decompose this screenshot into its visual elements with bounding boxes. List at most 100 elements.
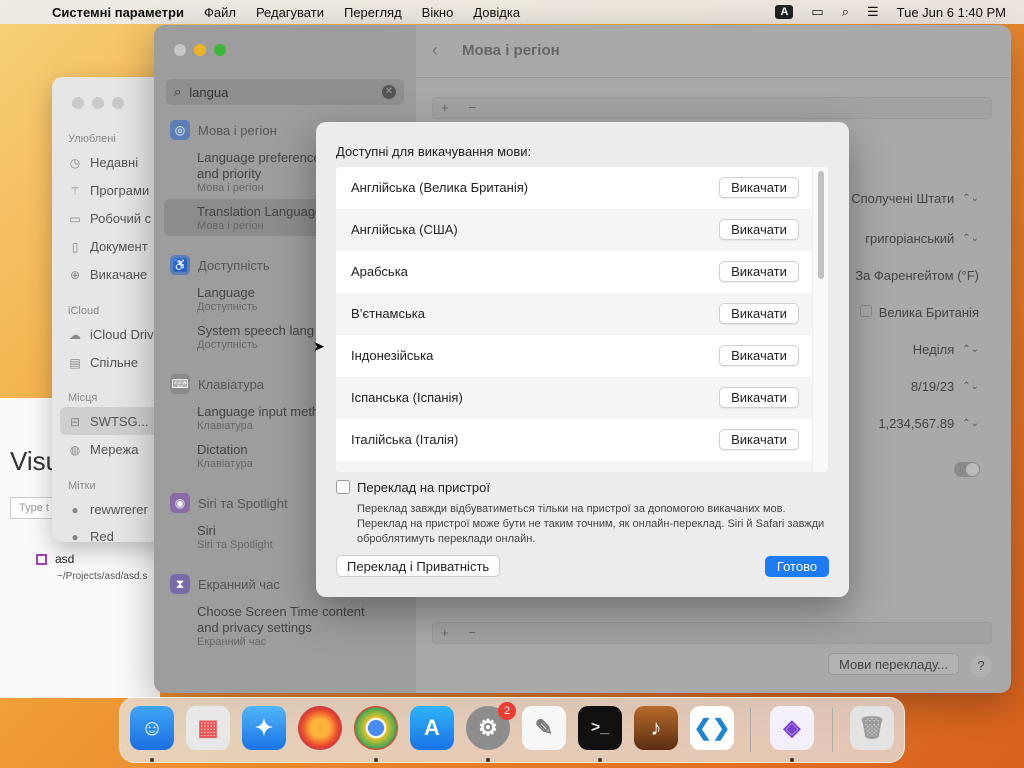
translation-privacy-button[interactable]: Переклад і Приватність bbox=[336, 555, 501, 577]
finder-item-label: Спільне bbox=[90, 355, 139, 370]
download-button[interactable]: Викачати bbox=[719, 345, 799, 366]
cloud-icon: ☁ bbox=[69, 327, 81, 342]
option-label: Велика Британія bbox=[878, 305, 979, 320]
safari-icon[interactable]: ✦ bbox=[242, 706, 286, 750]
help-button[interactable]: ? bbox=[970, 655, 992, 677]
number-format-select[interactable]: 1,234,567.89 ⌃⌄ bbox=[878, 416, 979, 431]
tags-header: Мітки bbox=[68, 480, 96, 492]
measurement-option[interactable]: Велика Британія bbox=[879, 305, 979, 320]
garageband-icon[interactable]: ♪ bbox=[634, 706, 678, 750]
download-button[interactable]: Викачати bbox=[719, 303, 799, 324]
finder-item-network[interactable]: ◍ Мережа bbox=[68, 442, 139, 457]
add-remove-app-controls[interactable]: + − bbox=[441, 625, 484, 640]
minimize-icon[interactable] bbox=[194, 44, 206, 56]
chevron-updown-icon: ⌃⌄ bbox=[962, 233, 979, 244]
date-format-select[interactable]: 8/19/23 ⌃⌄ bbox=[911, 379, 979, 394]
places-header: Місця bbox=[68, 392, 98, 404]
firefox-icon[interactable] bbox=[298, 706, 342, 750]
finder-tag-item[interactable]: ● rewwrerer bbox=[68, 502, 147, 517]
scrollbar-thumb[interactable] bbox=[818, 171, 824, 279]
live-text-toggle[interactable] bbox=[954, 462, 980, 477]
finder-item-recents[interactable]: ◷ Недавні bbox=[68, 155, 138, 170]
download-languages-dialog: Доступні для викачування мови: Англійськ… bbox=[316, 122, 849, 597]
notification-badge: 2 bbox=[498, 702, 516, 720]
download-button[interactable]: Викачати bbox=[719, 387, 799, 408]
input-source-indicator[interactable]: A bbox=[775, 5, 794, 19]
menu-clock[interactable]: Tue Jun 6 1:40 PM bbox=[897, 5, 1006, 20]
menu-file[interactable]: Файл bbox=[204, 5, 236, 20]
app-store-icon[interactable]: A bbox=[410, 706, 454, 750]
on-device-translation-label[interactable]: Переклад на пристрої bbox=[357, 480, 490, 495]
zoom-icon[interactable] bbox=[214, 44, 226, 56]
sidebar-category-siri[interactable]: ◉ Siri та Spotlight bbox=[170, 493, 288, 513]
recent-path: ~/Projects/asd/asd.s bbox=[57, 571, 148, 582]
sidebar-category-keyboard[interactable]: ⌨ Клавіатура bbox=[170, 374, 264, 394]
done-button[interactable]: Готово bbox=[765, 556, 829, 577]
settings-search-field[interactable]: ⌕ langua ✕ bbox=[166, 79, 404, 105]
app-menu[interactable]: Системні параметри bbox=[52, 5, 184, 20]
spotlight-search-icon[interactable]: ⌕ bbox=[842, 4, 849, 20]
menu-window[interactable]: Вікно bbox=[422, 5, 454, 20]
download-button[interactable]: Викачати bbox=[719, 177, 799, 198]
clear-search-icon[interactable]: ✕ bbox=[382, 85, 396, 99]
running-indicator bbox=[790, 758, 794, 762]
finder-icon[interactable]: ☺ bbox=[130, 706, 174, 750]
finder-item-disk[interactable]: ⊟ SWTSG... bbox=[68, 414, 149, 429]
calendar-select[interactable]: григоріанський ⌃⌄ bbox=[865, 231, 979, 246]
dock-separator bbox=[750, 708, 751, 752]
finder-item-label: Програми bbox=[90, 183, 150, 198]
terminal-icon[interactable]: >_ bbox=[578, 706, 622, 750]
menu-edit[interactable]: Редагувати bbox=[256, 5, 324, 20]
download-button[interactable]: Викачати bbox=[719, 219, 799, 240]
region-select[interactable]: Сполучені Штати ⌃⌄ bbox=[851, 191, 979, 206]
textedit-icon[interactable]: ✎ bbox=[522, 706, 566, 750]
finder-item-desktop[interactable]: ▭ Робочий с bbox=[68, 211, 151, 226]
download-button[interactable]: Викачати bbox=[719, 429, 799, 450]
language-name: Італійська (Італія) bbox=[351, 432, 459, 447]
select-value: 1,234,567.89 bbox=[878, 416, 955, 431]
apps-languages-bar: + − bbox=[432, 622, 992, 644]
finder-item-shared[interactable]: ▤ Спільне bbox=[68, 355, 138, 370]
finder-item-applications[interactable]: ⚚ Програми bbox=[68, 183, 150, 198]
close-icon[interactable] bbox=[174, 44, 186, 56]
launchpad-icon[interactable]: ▦ bbox=[186, 706, 230, 750]
first-day-select[interactable]: Неділя ⌃⌄ bbox=[913, 342, 979, 357]
finder-item-documents[interactable]: ▯ Документ bbox=[68, 239, 148, 254]
trash-icon[interactable]: 🗑 bbox=[850, 706, 894, 750]
minimize-icon[interactable] bbox=[92, 97, 104, 109]
sidebar-category-accessibility[interactable]: ♿ Доступність bbox=[170, 255, 270, 275]
menu-help[interactable]: Довідка bbox=[473, 5, 520, 20]
visual-studio-icon[interactable]: ◈ bbox=[770, 706, 814, 750]
finder-item-label: Документ bbox=[90, 239, 148, 254]
vscode-recent-item[interactable]: asd bbox=[36, 552, 74, 566]
language-list: Англійська (Велика Британія) Викачати Ан… bbox=[336, 167, 828, 472]
finder-item-label: Викачане bbox=[90, 267, 148, 282]
chevron-updown-icon: ⌃⌄ bbox=[962, 381, 979, 392]
measurement-checkbox[interactable] bbox=[860, 305, 872, 317]
sidebar-category-language[interactable]: ◎ Мова і регіон bbox=[170, 120, 277, 140]
network-icon: ◍ bbox=[69, 442, 81, 457]
back-chevron-icon[interactable]: ‹ bbox=[432, 40, 438, 61]
download-button[interactable]: Викачати bbox=[719, 261, 799, 282]
sidebar-result-screen-time[interactable]: Choose Screen Time content and privacy s… bbox=[197, 604, 397, 649]
close-icon[interactable] bbox=[72, 97, 84, 109]
add-remove-language-controls[interactable]: + − bbox=[441, 100, 484, 115]
screen-mirroring-icon[interactable]: ▭ bbox=[811, 4, 823, 20]
zoom-icon[interactable] bbox=[112, 97, 124, 109]
translation-languages-button[interactable]: Мови перекладу... bbox=[828, 653, 959, 675]
search-input[interactable]: langua bbox=[189, 85, 228, 100]
list-scrollbar[interactable] bbox=[812, 167, 828, 472]
vscode-icon[interactable]: ❮❯ bbox=[690, 706, 734, 750]
page-title: Мова і регіон bbox=[462, 42, 560, 59]
finder-item-label: SWTSG... bbox=[90, 414, 149, 429]
chrome-icon[interactable] bbox=[354, 706, 398, 750]
control-center-icon[interactable]: ☰ bbox=[867, 4, 879, 20]
menu-view[interactable]: Перегляд bbox=[344, 5, 402, 20]
sidebar-category-screen-time[interactable]: ⧗ Екранний час bbox=[170, 574, 280, 594]
finder-item-icloud-drive[interactable]: ☁ iCloud Driv bbox=[68, 327, 154, 342]
temperature-select[interactable]: За Фаренгейтом (°F) bbox=[855, 268, 979, 283]
disk-icon: ⊟ bbox=[69, 414, 81, 429]
finder-item-downloads[interactable]: ⊕ Викачане bbox=[68, 267, 147, 282]
finder-tag-item[interactable]: ● Red bbox=[68, 529, 113, 542]
on-device-translation-checkbox[interactable] bbox=[336, 480, 350, 494]
